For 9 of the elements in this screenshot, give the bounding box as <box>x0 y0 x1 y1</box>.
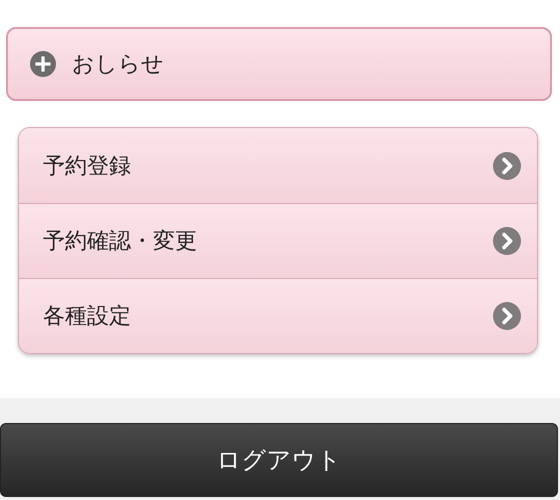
chevron-icon <box>493 227 521 255</box>
menu-item[interactable]: 予約登録 <box>19 128 537 203</box>
notice-toggle[interactable]: おしらせ <box>6 27 552 101</box>
chevron-icon <box>493 152 521 180</box>
plus-icon <box>30 51 56 77</box>
menu-item[interactable]: 予約確認・変更 <box>19 203 537 278</box>
chevron-icon <box>493 302 521 330</box>
logout-button[interactable]: ログアウト <box>0 423 558 497</box>
menu-item[interactable]: 各種設定 <box>19 278 537 353</box>
